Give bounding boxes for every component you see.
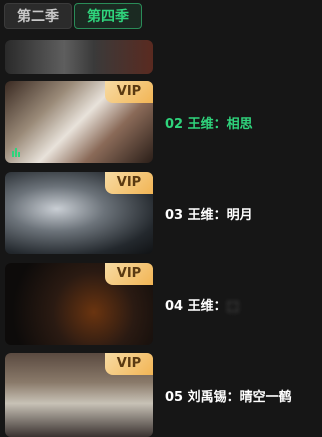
vip-badge: VIP [105, 263, 153, 285]
episode-thumbnail[interactable]: VIP [5, 172, 153, 254]
episode-title[interactable]: 02 王维：相思 [165, 113, 253, 132]
episode-title-text: 04 王维： [165, 299, 227, 314]
episode-thumbnail[interactable]: VIP [5, 81, 153, 163]
episode-thumbnail[interactable]: VIP [5, 353, 153, 437]
episode-list: VIP 02 王维：相思 VIP 03 王维：明月 VIP 04 王维：⬚ VI… [0, 40, 322, 437]
vip-badge: VIP [105, 353, 153, 375]
episode-thumbnail-previous[interactable] [5, 40, 153, 74]
tab-season-4[interactable]: 第四季 [74, 3, 142, 29]
tab-season-2[interactable]: 第二季 [4, 3, 72, 29]
vip-badge: VIP [105, 172, 153, 194]
episode-thumbnail[interactable]: VIP [5, 263, 153, 345]
episode-title[interactable]: 05 刘禹锡：晴空一鹤 [165, 386, 292, 405]
obscured-text: ⬚ [226, 299, 239, 314]
season-tabs: 第二季 第四季 [4, 3, 144, 31]
now-playing-icon [12, 148, 20, 157]
vip-badge: VIP [105, 81, 153, 103]
episode-title[interactable]: 03 王维：明月 [165, 204, 253, 223]
episode-title[interactable]: 04 王维：⬚ [165, 295, 239, 314]
